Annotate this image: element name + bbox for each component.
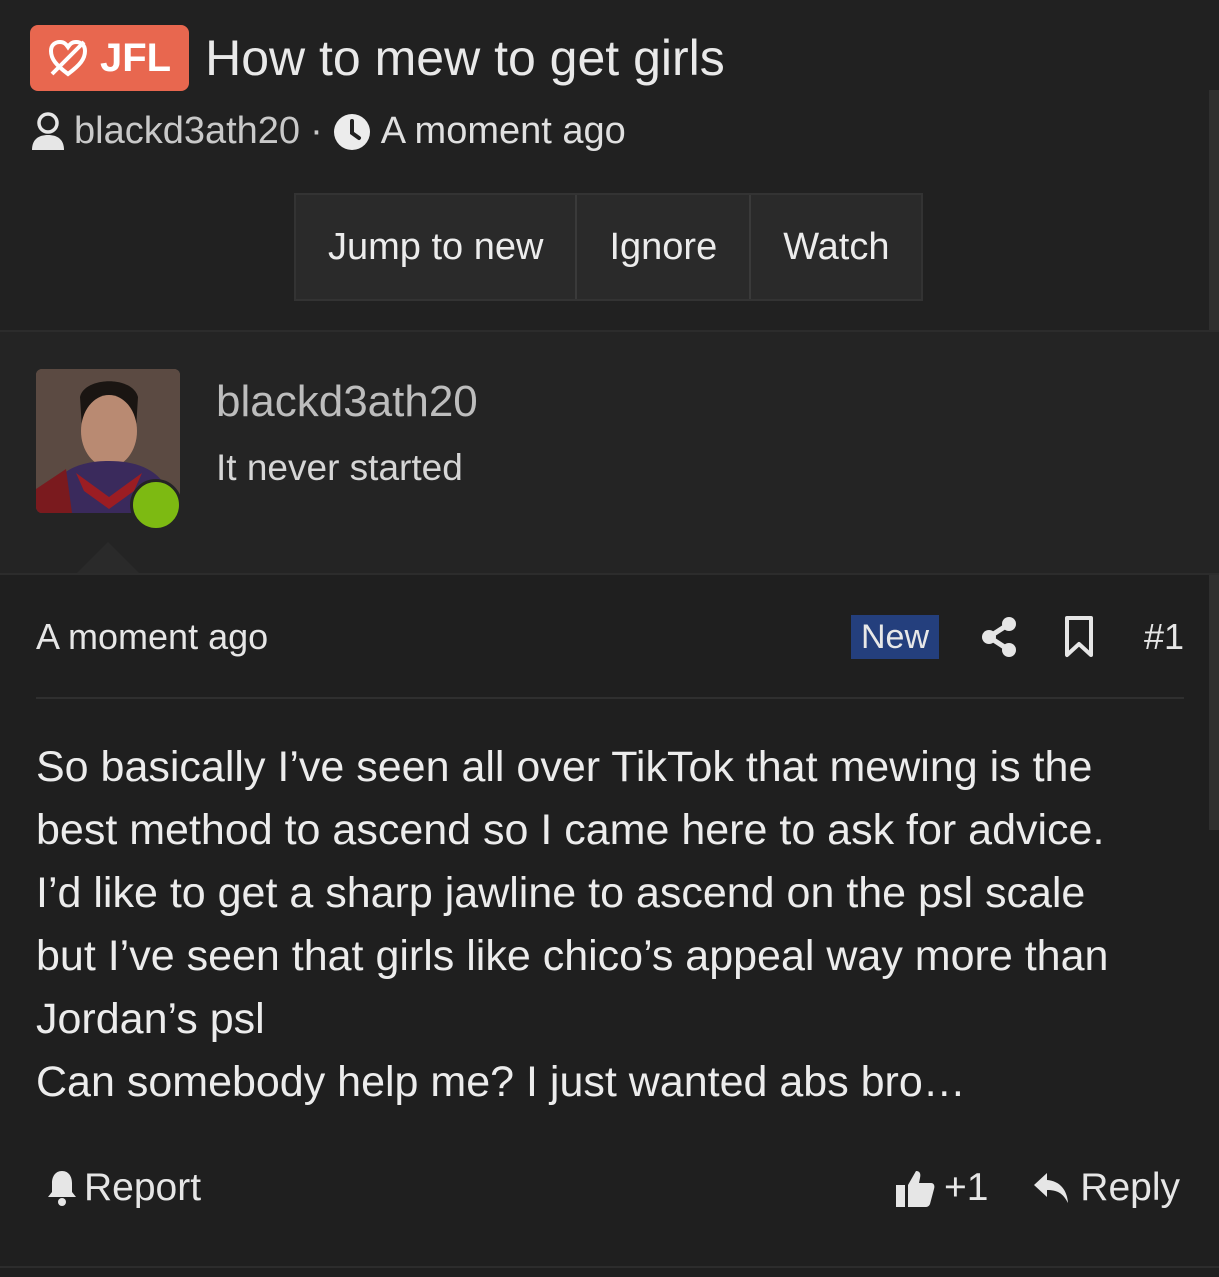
no-heart-icon bbox=[48, 39, 88, 77]
post-time[interactable]: A moment ago bbox=[36, 616, 268, 658]
reply-icon bbox=[1034, 1173, 1069, 1203]
post-line: I’d like to get a sharp jawline to ascen… bbox=[36, 869, 1086, 917]
prefix-label: JFL bbox=[100, 35, 172, 80]
title-row: JFL How to mew to get girls bbox=[30, 25, 725, 91]
post-user-block: blackd3ath20 It never started bbox=[0, 332, 1219, 574]
report-label: Report bbox=[84, 1166, 202, 1209]
watch-button[interactable]: Watch bbox=[751, 195, 921, 299]
post-line: Can somebody help me? I just wanted abs … bbox=[36, 1058, 966, 1106]
post-actions: Report +1 Reply bbox=[36, 1160, 1184, 1220]
post-number[interactable]: #1 bbox=[1144, 616, 1184, 658]
thread-meta: blackd3ath20 · A moment ago bbox=[30, 110, 626, 153]
online-status-dot bbox=[130, 479, 182, 531]
bookmark-icon[interactable] bbox=[1063, 615, 1095, 659]
thread-time[interactable]: A moment ago bbox=[381, 110, 626, 153]
post-line: best method to ascend so I came here to … bbox=[36, 806, 1105, 854]
report-button[interactable]: Report bbox=[46, 1166, 201, 1210]
like-button[interactable]: +1 bbox=[894, 1166, 988, 1210]
user-icon bbox=[32, 111, 64, 150]
bell-icon bbox=[48, 1171, 76, 1206]
user-title: It never started bbox=[216, 447, 463, 488]
divider bbox=[0, 573, 1219, 575]
thread-actions: Jump to new Ignore Watch bbox=[294, 193, 924, 301]
ignore-button[interactable]: Ignore bbox=[577, 195, 752, 299]
post-body: So basically I’ve seen all over TikTok t… bbox=[36, 736, 1186, 1114]
reply-label: Reply bbox=[1080, 1166, 1180, 1209]
thumbs-up-icon bbox=[896, 1171, 935, 1207]
user-block-arrow bbox=[76, 542, 140, 574]
new-badge: New bbox=[851, 615, 939, 659]
share-icon[interactable] bbox=[979, 615, 1019, 659]
post-header: A moment ago New #1 bbox=[36, 612, 1184, 662]
thread-author[interactable]: blackd3ath20 bbox=[74, 110, 300, 153]
divider bbox=[36, 697, 1184, 699]
post-username[interactable]: blackd3ath20 bbox=[216, 377, 478, 427]
thread-header: JFL How to mew to get girls blackd3ath20… bbox=[0, 0, 1219, 330]
clock-icon bbox=[333, 113, 370, 150]
post-line: So basically I’ve seen all over TikTok t… bbox=[36, 743, 1093, 791]
page-title: How to mew to get girls bbox=[205, 30, 725, 86]
jump-to-new-button[interactable]: Jump to new bbox=[296, 195, 578, 299]
divider bbox=[0, 1266, 1219, 1268]
reply-button[interactable]: Reply bbox=[1032, 1166, 1180, 1210]
post-line: but I’ve seen that girls like chico’s ap… bbox=[36, 932, 1109, 980]
post-line: Jordan’s psl bbox=[36, 995, 265, 1043]
like-count: +1 bbox=[944, 1166, 989, 1209]
meta-separator: · bbox=[310, 110, 323, 152]
thread-prefix[interactable]: JFL bbox=[30, 25, 190, 91]
